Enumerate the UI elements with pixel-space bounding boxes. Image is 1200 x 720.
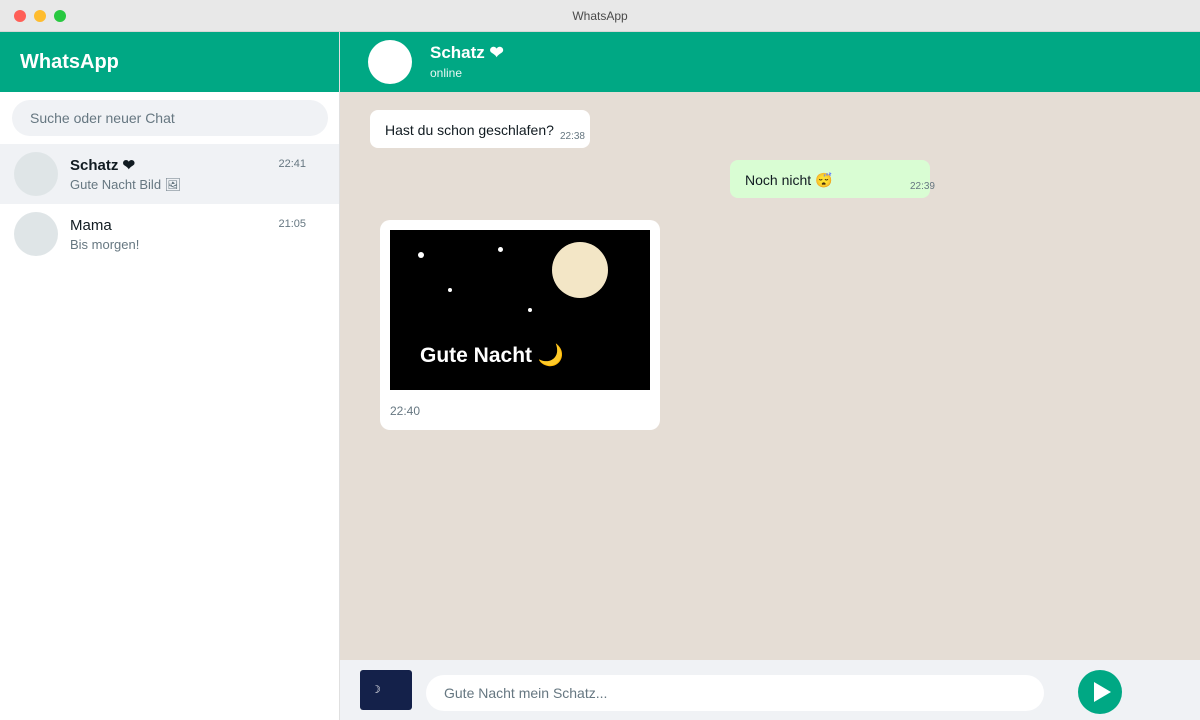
chat-time: 22:41 — [278, 158, 306, 170]
title-bar: WhatsApp — [0, 0, 1200, 32]
star — [418, 252, 424, 258]
chat-list-item-mama[interactable]: Mama Bis morgen! 21:05 — [0, 204, 339, 264]
contact-status: online — [430, 66, 463, 80]
message-time: 22:38 — [559, 131, 585, 142]
star — [498, 247, 503, 252]
moon-icon — [552, 242, 608, 298]
outgoing-message[interactable]: Noch nicht 😴 22:39 — [730, 160, 935, 198]
message-text: Noch nicht 😴 — [745, 172, 833, 188]
message-text: Hast du schon geschlafen? — [385, 122, 554, 138]
message-time: 22:40 — [390, 404, 421, 418]
search-input[interactable] — [12, 100, 328, 136]
search-area — [0, 92, 339, 144]
star — [448, 288, 452, 292]
app-name: WhatsApp — [20, 50, 119, 73]
chat-time: 21:05 — [278, 218, 306, 230]
attachment-thumbnail[interactable]: ☽ — [360, 670, 412, 710]
chat-preview: Bis morgen! — [70, 236, 140, 252]
incoming-message[interactable]: Hast du schon geschlafen? 22:38 — [370, 110, 590, 148]
message-input[interactable] — [426, 675, 1044, 711]
send-icon — [1094, 682, 1111, 702]
chat-header: Schatz ❤ online — [340, 32, 1200, 92]
send-button[interactable] — [1078, 670, 1122, 714]
star — [528, 308, 532, 312]
contact-avatar[interactable] — [368, 40, 412, 84]
incoming-image-message[interactable]: Gute Nacht 🌙 22:40 — [380, 220, 660, 430]
message-composer: ☽ — [340, 660, 1200, 720]
message-time: 22:39 — [909, 181, 935, 192]
chat-preview: Gute Nacht Bild 🖼 — [70, 176, 182, 192]
good-night-image[interactable]: Gute Nacht 🌙 — [390, 230, 650, 390]
moon-icon: ☽ — [371, 684, 381, 696]
chat-list-sidebar: WhatsApp Schatz ❤ Gute Nacht Bild 🖼 22:4… — [0, 32, 340, 720]
image-caption: Gute Nacht 🌙 — [420, 344, 564, 367]
message-area: Hast du schon geschlafen? 22:38 Noch nic… — [340, 92, 1200, 660]
avatar — [14, 212, 58, 256]
window-title: WhatsApp — [572, 9, 628, 23]
contact-name[interactable]: Schatz ❤ — [430, 43, 504, 63]
avatar — [14, 152, 58, 196]
sidebar-header: WhatsApp — [0, 32, 339, 92]
chat-list-item-schatz[interactable]: Schatz ❤ Gute Nacht Bild 🖼 22:41 — [0, 144, 339, 204]
